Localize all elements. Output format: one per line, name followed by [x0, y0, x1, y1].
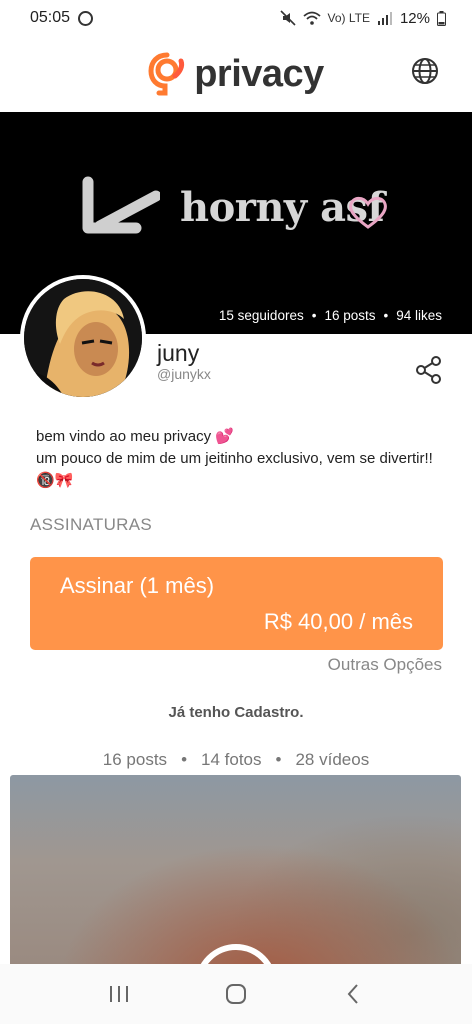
wifi-icon	[302, 11, 321, 25]
back-button[interactable]	[333, 974, 373, 1014]
profile-stats: 15 seguidores • 16 posts • 94 likes	[219, 308, 442, 323]
blurred-media-preview[interactable]	[10, 775, 461, 967]
status-left: 05:05	[30, 9, 94, 27]
already-registered-link[interactable]: Já tenho Cadastro.	[0, 704, 472, 721]
battery-percent: 12%	[399, 9, 430, 27]
app-header: privacy	[0, 36, 472, 112]
system-nav-bar	[0, 964, 472, 1024]
profile-handle: @junykx	[157, 366, 211, 382]
status-right: Vo) LTE 12%	[279, 9, 446, 27]
battery-icon	[437, 10, 446, 26]
posts-tab[interactable]: 16 posts	[103, 750, 167, 770]
subscribe-button[interactable]: Assinar (1 mês) R$ 40,00 / mês	[30, 557, 443, 650]
bio-line: bem vindo ao meu privacy 💕	[36, 428, 234, 445]
share-icon[interactable]	[414, 355, 444, 385]
posts-count: 16 posts	[324, 308, 376, 323]
recent-apps-icon	[109, 986, 128, 1002]
privacy-logo[interactable]: privacy	[148, 52, 324, 96]
home-icon	[225, 984, 246, 1004]
counts-separator: •	[275, 750, 282, 769]
profile-bio: bem vindo ao meu privacy 💕 um pouco de m…	[36, 426, 446, 492]
logo-text: privacy	[194, 52, 324, 95]
heart-icon	[349, 196, 387, 229]
mute-icon	[279, 10, 296, 26]
privacy-logo-icon	[148, 52, 185, 96]
subscriptions-title: ASSINATURAS	[30, 515, 153, 534]
photos-tab[interactable]: 14 fotos	[201, 750, 262, 770]
signal-icon	[377, 12, 392, 25]
avatar-image	[24, 279, 142, 397]
stats-separator: •	[311, 308, 317, 323]
other-options-link[interactable]: Outras Opções	[328, 655, 442, 675]
back-icon	[347, 984, 359, 1004]
bio-line: um pouco de mim de um jeitinho exclusivo…	[36, 450, 433, 489]
home-button[interactable]	[216, 974, 256, 1014]
subscribe-plan-price: R$ 40,00 / mês	[263, 609, 413, 634]
avatar-illustration	[24, 279, 142, 397]
status-bar: 05:05 Vo) LTE 12%	[0, 0, 472, 36]
likes-count: 94 likes	[396, 308, 442, 323]
counts-separator: •	[181, 750, 188, 769]
status-time: 05:05	[30, 9, 71, 26]
globe-icon[interactable]	[410, 56, 440, 86]
recent-apps-button[interactable]	[99, 974, 139, 1014]
stats-separator: •	[383, 308, 389, 323]
avatar[interactable]	[20, 275, 146, 401]
followers-count: 15 seguidores	[218, 308, 304, 323]
arrow-icon	[82, 176, 160, 234]
profile-name: juny	[157, 340, 200, 366]
videos-tab[interactable]: 28 vídeos	[295, 750, 369, 770]
whatsapp-icon	[78, 10, 94, 26]
subscribe-plan-label: Assinar (1 mês)	[60, 573, 215, 598]
network-label: Vo) LTE	[327, 11, 370, 25]
content-counts: 16 posts • 14 fotos • 28 vídeos	[0, 750, 472, 770]
